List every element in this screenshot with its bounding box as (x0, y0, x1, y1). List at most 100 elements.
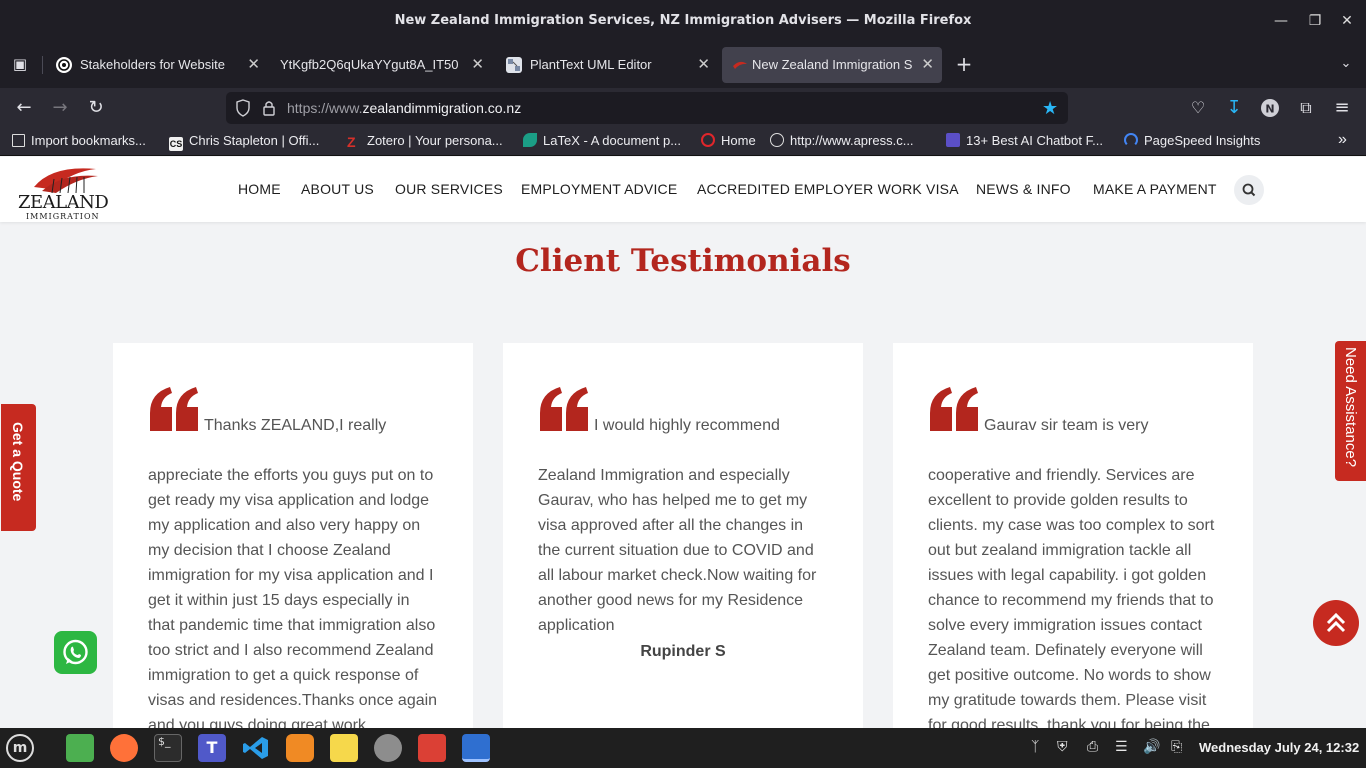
navigation-toolbar: ← → ↻ https://www.zealandimmigration.co.… (0, 88, 1366, 128)
nav-employment-advice[interactable]: EMPLOYMENT ADVICE (521, 181, 677, 197)
terminal-icon[interactable]: $_ (154, 734, 182, 762)
get-a-quote-button[interactable]: Get a Quote (1, 404, 36, 531)
maximize-icon[interactable]: ❐ (1306, 12, 1324, 30)
tab-nz-immigration[interactable]: New Zealand Immigration S ✕ (722, 47, 942, 83)
clock[interactable]: Wednesday July 24, 12:32 (1199, 740, 1359, 755)
testimonial-card: Gaurav sir team is very cooperative and … (893, 343, 1253, 728)
testimonial-text-first-line: Gaurav sir team is very (984, 417, 1149, 434)
whatsapp-button[interactable] (54, 631, 97, 674)
shield-tray-icon[interactable]: ⛨ (1057, 739, 1068, 755)
url-text[interactable]: https://www.zealandimmigration.co.nz (287, 100, 521, 116)
close-window-icon[interactable]: ✕ (1338, 12, 1356, 30)
nav-our-services[interactable]: OUR SERVICES (395, 181, 503, 197)
bookmark-zotero[interactable]: Z Zotero | Your persona... (347, 133, 503, 149)
bookmarks-toolbar: Import bookmarks... CS Chris Stapleton | … (0, 128, 1366, 156)
wifi-icon[interactable]: ☰ (1115, 739, 1128, 755)
volume-icon[interactable]: 🔊 (1143, 739, 1160, 755)
bookmark-import[interactable]: Import bookmarks... (12, 133, 146, 148)
bluetooth-icon[interactable]: ᛉ (1031, 739, 1039, 755)
planttext-icon (506, 57, 522, 73)
files-icon[interactable] (66, 734, 94, 762)
bookmark-ai-chatbot[interactable]: 13+ Best AI Chatbot F... (946, 133, 1103, 148)
nav-accredited-employer-work-visa[interactable]: ACCREDITED EMPLOYER WORK VISA (697, 181, 959, 197)
site-search-button[interactable] (1234, 175, 1264, 205)
forward-icon[interactable]: → (48, 96, 72, 120)
clipboard-icon[interactable]: ⎘ (1171, 739, 1182, 755)
notes-icon[interactable] (330, 734, 358, 762)
logo-text: ZEALAND (18, 192, 109, 213)
bookmark-chris-stapleton[interactable]: CS Chris Stapleton | Offi... (169, 133, 319, 151)
bookmarks-overflow-icon[interactable]: » (1338, 131, 1347, 149)
quote-icon (930, 387, 978, 431)
web-page: ZEALAND IMMIGRATION HOME ABOUT US OUR SE… (0, 157, 1366, 728)
mint-menu-icon[interactable]: m (6, 734, 34, 762)
pocket-icon[interactable]: ♡ (1186, 96, 1210, 120)
nz-immigration-icon (732, 57, 748, 73)
testimonial-text-first-line: I would highly recommend (594, 417, 780, 434)
incognito-icon[interactable] (374, 734, 402, 762)
logo-flag-icon (34, 168, 98, 193)
tab-close-icon[interactable]: ✕ (471, 55, 484, 73)
quote-icon (150, 387, 198, 431)
taskbar: m $_ T ᛉ ⛨ ⎙ ☰ 🔊 ⎘ Wednesday July 24, 12… (0, 728, 1366, 768)
zotero-icon: Z (347, 134, 356, 150)
minimize-icon[interactable]: — (1272, 12, 1290, 30)
shield-icon[interactable] (235, 99, 251, 121)
extensions-icon[interactable]: ⧉ (1294, 96, 1318, 120)
tab-document[interactable]: YtKgfb2Q6qUkaYYgut8A_IT50 ✕ (270, 47, 492, 83)
quote-icon (540, 387, 588, 431)
scroll-to-top-button[interactable] (1313, 600, 1359, 646)
bookmark-latex[interactable]: LaTeX - A document p... (523, 133, 681, 148)
new-tab-icon[interactable]: + (952, 52, 976, 76)
tab-close-icon[interactable]: ✕ (697, 55, 710, 73)
todoist-icon[interactable] (418, 734, 446, 762)
text-editor-icon[interactable] (462, 734, 490, 762)
tab-planttext[interactable]: PlantText UML Editor ✕ (496, 47, 718, 83)
site-header: ZEALAND IMMIGRATION HOME ABOUT US OUR SE… (0, 157, 1366, 222)
tab-close-icon[interactable]: ✕ (921, 55, 934, 73)
testimonial-card: Thanks ZEALAND,I really appreciate the e… (113, 343, 473, 728)
list-tabs-icon[interactable]: ⌄ (1334, 52, 1358, 76)
window-titlebar: New Zealand Immigration Services, NZ Imm… (0, 0, 1366, 42)
nav-make-a-payment[interactable]: MAKE A PAYMENT (1093, 181, 1217, 197)
chatbot-icon (946, 133, 960, 147)
url-bar[interactable]: https://www.zealandimmigration.co.nz ★ (226, 92, 1068, 124)
chatgpt-icon (56, 57, 72, 73)
vscode-icon[interactable] (242, 734, 270, 762)
teams-icon[interactable]: T (198, 734, 226, 762)
reload-icon[interactable]: ↻ (84, 96, 108, 120)
whatsapp-icon (63, 639, 88, 665)
bookmark-home[interactable]: Home (701, 133, 756, 148)
firefox-view-icon[interactable]: ▣ (8, 52, 32, 76)
downloads-icon[interactable]: ↧ (1222, 96, 1246, 120)
firefox-icon[interactable] (110, 734, 138, 762)
testimonial-text: Zealand Immigration and especially Gaurav… (538, 467, 817, 634)
testimonial-text: appreciate the efforts you guys put on t… (148, 467, 438, 728)
back-icon[interactable]: ← (12, 96, 36, 120)
pagespeed-icon (1124, 133, 1138, 147)
svg-text:N: N (1265, 103, 1274, 116)
bookmark-pagespeed[interactable]: PageSpeed Insights (1124, 133, 1260, 148)
hamburger-menu-icon[interactable]: ≡ (1330, 96, 1354, 120)
testimonial-text-first-line: Thanks ZEALAND,I really (204, 417, 387, 434)
nav-home[interactable]: HOME (238, 181, 281, 197)
section-title: Client Testimonials (515, 243, 851, 279)
bookmark-star-icon[interactable]: ★ (1042, 98, 1058, 119)
import-icon (12, 134, 25, 147)
need-assistance-button[interactable]: Need Assistance? (1335, 341, 1366, 481)
tab-stakeholders[interactable]: Stakeholders for Website ✕ (46, 47, 268, 83)
site-logo[interactable]: ZEALAND IMMIGRATION (16, 163, 114, 221)
nav-about-us[interactable]: ABOUT US (301, 181, 374, 197)
account-icon[interactable]: N (1258, 96, 1282, 120)
sublime-icon[interactable] (286, 734, 314, 762)
bookmark-apress[interactable]: http://www.apress.c... (770, 133, 914, 148)
printer-icon[interactable]: ⎙ (1087, 739, 1098, 755)
testimonial-text: cooperative and friendly. Services are ex… (928, 467, 1215, 728)
home-site-icon (701, 133, 715, 147)
testimonial-card: I would highly recommend Zealand Immigra… (503, 343, 863, 728)
cs-icon: CS (169, 137, 183, 151)
lock-icon[interactable] (262, 99, 276, 121)
search-icon (1242, 183, 1256, 197)
nav-news-info[interactable]: NEWS & INFO (976, 181, 1071, 197)
tab-close-icon[interactable]: ✕ (247, 55, 260, 73)
